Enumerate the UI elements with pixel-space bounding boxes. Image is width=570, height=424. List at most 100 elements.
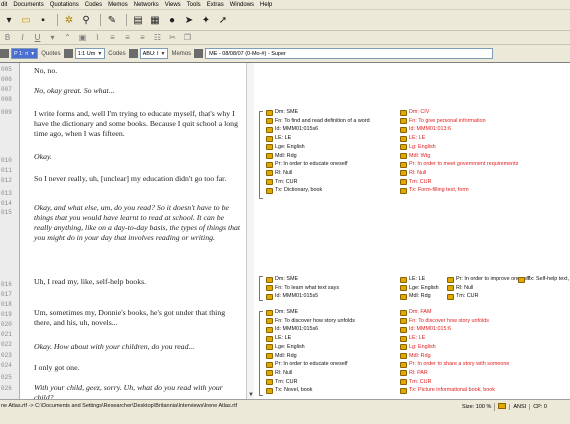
code-label[interactable]: Lge: English — [266, 144, 305, 151]
code-label[interactable]: Rl: PAR — [400, 370, 428, 377]
code-label[interactable]: Pr: In order to share a story with someo… — [400, 361, 509, 368]
code-label[interactable]: Id: MMM01:015s6 — [266, 326, 318, 333]
align-left-icon[interactable]: ≡ — [107, 32, 118, 43]
code-label[interactable]: Dm: SME — [266, 109, 298, 116]
align-right-icon[interactable]: ≡ — [137, 32, 148, 43]
code-label[interactable]: Fn: To learn what text says — [266, 285, 339, 292]
line-number: 014 — [1, 200, 12, 207]
edit-icon[interactable]: ✎ — [105, 13, 119, 28]
codes-combo[interactable]: ABU: I ▼ — [139, 48, 169, 59]
code-label[interactable]: Rl: Null — [266, 170, 292, 177]
menu-tools[interactable]: Tools — [187, 2, 201, 8]
code-label[interactable]: Mdl: Rdg — [400, 293, 431, 300]
menu-extras[interactable]: Extras — [207, 2, 224, 8]
color-icon[interactable]: ▾ — [47, 32, 58, 43]
code-label[interactable]: Tx: Novel, book — [266, 387, 312, 394]
code-label[interactable]: Tm: CUR — [400, 379, 431, 386]
code-label[interactable]: Tm: CUR — [266, 379, 297, 386]
code-label[interactable]: Fn: To find and read definition of a wor… — [266, 118, 370, 125]
network-icon[interactable]: ● — [165, 13, 179, 28]
underline-icon[interactable]: U — [32, 32, 43, 43]
code-label[interactable]: Fn: To discover how story unfolds — [266, 318, 355, 325]
code-label[interactable]: Lge: English — [266, 344, 305, 351]
menu-quotations[interactable]: Quotations — [50, 2, 79, 8]
code-label[interactable]: LE: LE — [266, 135, 291, 142]
list-icon[interactable]: ☷ — [152, 32, 163, 43]
code-label[interactable]: Mdl: Wtg — [400, 153, 430, 160]
cut-icon[interactable]: ✂ — [167, 32, 178, 43]
code-label[interactable]: Dm: FAM — [400, 309, 431, 316]
menu-views[interactable]: Views — [165, 2, 181, 8]
bold-icon[interactable]: B — [2, 32, 13, 43]
code-label[interactable]: Tm: CUR — [400, 179, 431, 186]
save-icon[interactable]: ▪ — [36, 13, 50, 28]
quotes-combo[interactable]: 1:1 Um ▼ — [74, 48, 106, 59]
menu-codes[interactable]: Codes — [85, 2, 102, 8]
menu-documents[interactable]: Documents — [13, 2, 43, 8]
menu-edit[interactable]: dit — [1, 2, 7, 8]
document-text-pane[interactable]: No, no. No, okay great. So what... I wri… — [20, 63, 246, 399]
code-label[interactable]: LE: LE — [400, 135, 425, 142]
code-label[interactable]: LE: LE — [400, 276, 425, 283]
code-label[interactable]: Id: MMM01:015s5 — [266, 293, 318, 300]
menu-networks[interactable]: Networks — [134, 2, 159, 8]
code-label[interactable]: Pr: In order to educate oneself — [266, 361, 348, 368]
menu-windows[interactable]: Windows — [230, 2, 254, 8]
margin-area[interactable]: Dm: SME Fn: To find and read definition o… — [254, 63, 570, 399]
code-label[interactable]: Dm: SME — [266, 276, 298, 283]
tool-icon[interactable]: ➚ — [216, 13, 230, 28]
code-label[interactable]: Tx: Dictionary, book — [266, 187, 322, 194]
code-label[interactable]: Mdl: Rdg — [266, 353, 297, 360]
code-label[interactable]: Id: MMM01:015s6 — [266, 126, 318, 133]
code-label[interactable]: Tx: Form-filling text, form — [400, 187, 469, 194]
pointer-icon[interactable]: ➤ — [182, 13, 196, 28]
connect-icon[interactable]: ✦ — [199, 13, 213, 28]
code-label[interactable]: Dm: SME — [266, 309, 298, 316]
line-number: 008 — [1, 96, 12, 103]
menu-help[interactable]: Help — [260, 2, 272, 8]
code-label[interactable]: Mdl: Rdg — [400, 353, 431, 360]
quotation-bracket[interactable] — [259, 276, 263, 301]
code-label[interactable]: Rl: Null — [400, 170, 426, 177]
code-label[interactable]: Rl: Null — [266, 370, 292, 377]
code-icon[interactable]: ✲ — [62, 13, 76, 28]
output-icon[interactable]: ▤ — [131, 13, 145, 28]
copy-icon[interactable]: ❐ — [182, 32, 193, 43]
code-label[interactable]: Fn: To give personal information — [400, 118, 486, 125]
code-label[interactable]: Lg: English — [400, 344, 436, 351]
code-label[interactable]: Tm: CUR — [266, 179, 297, 186]
menu-memos[interactable]: Memos — [108, 2, 128, 8]
quotes-icon — [63, 49, 73, 58]
code-icon — [266, 135, 273, 142]
code-label[interactable]: Id: MMM01:015:6 — [400, 326, 451, 333]
code-label[interactable]: Id: MMM01:013:6 — [400, 126, 451, 133]
italic-icon[interactable]: I — [17, 32, 28, 43]
arrow-icon[interactable]: ▾ — [2, 13, 16, 28]
code-label[interactable]: Lge: English — [400, 285, 439, 292]
link-icon[interactable]: ⌇ — [92, 32, 103, 43]
code-label[interactable]: Tx: Self-help text, — [518, 276, 569, 283]
quotation-bracket[interactable] — [259, 111, 263, 199]
new-document-icon[interactable]: ▭ — [19, 13, 33, 28]
primary-doc-combo[interactable]: P 1: ri ▼ — [11, 48, 39, 59]
quotation-bracket[interactable] — [259, 311, 263, 396]
code-label[interactable]: LE: LE — [400, 335, 425, 342]
code-label[interactable]: Dm: CIV — [400, 109, 429, 116]
code-label[interactable]: LE: LE — [266, 335, 291, 342]
code-label[interactable]: Pr: In order to meet government requirem… — [400, 161, 518, 168]
code-label[interactable]: Rl: Null — [447, 285, 473, 292]
code-text: Dm: SME — [275, 109, 299, 115]
code-label[interactable]: Tx: Picture informational book, book — [400, 387, 495, 394]
code-label[interactable]: Pr: In order to educate oneself — [266, 161, 348, 168]
code-label[interactable]: Lg: English — [400, 144, 436, 151]
code-label[interactable]: Mdl: Rdg — [266, 153, 297, 160]
document-title-field[interactable]: ME - 08/08/07 (0-Mo-#) - Super — [205, 48, 494, 59]
align-center-icon[interactable]: ≡ — [122, 32, 133, 43]
highlight-icon[interactable]: ⌃ — [62, 32, 73, 43]
code-label[interactable]: Fn: To discover how story unfolds — [400, 318, 489, 325]
search-icon[interactable]: ⚲ — [79, 13, 93, 28]
grid-icon[interactable]: ▦ — [148, 13, 162, 28]
code-label[interactable]: Tm: CUR — [447, 293, 478, 300]
image-icon[interactable]: ▣ — [77, 32, 88, 43]
vertical-scrollbar[interactable]: ▼ — [246, 63, 254, 399]
